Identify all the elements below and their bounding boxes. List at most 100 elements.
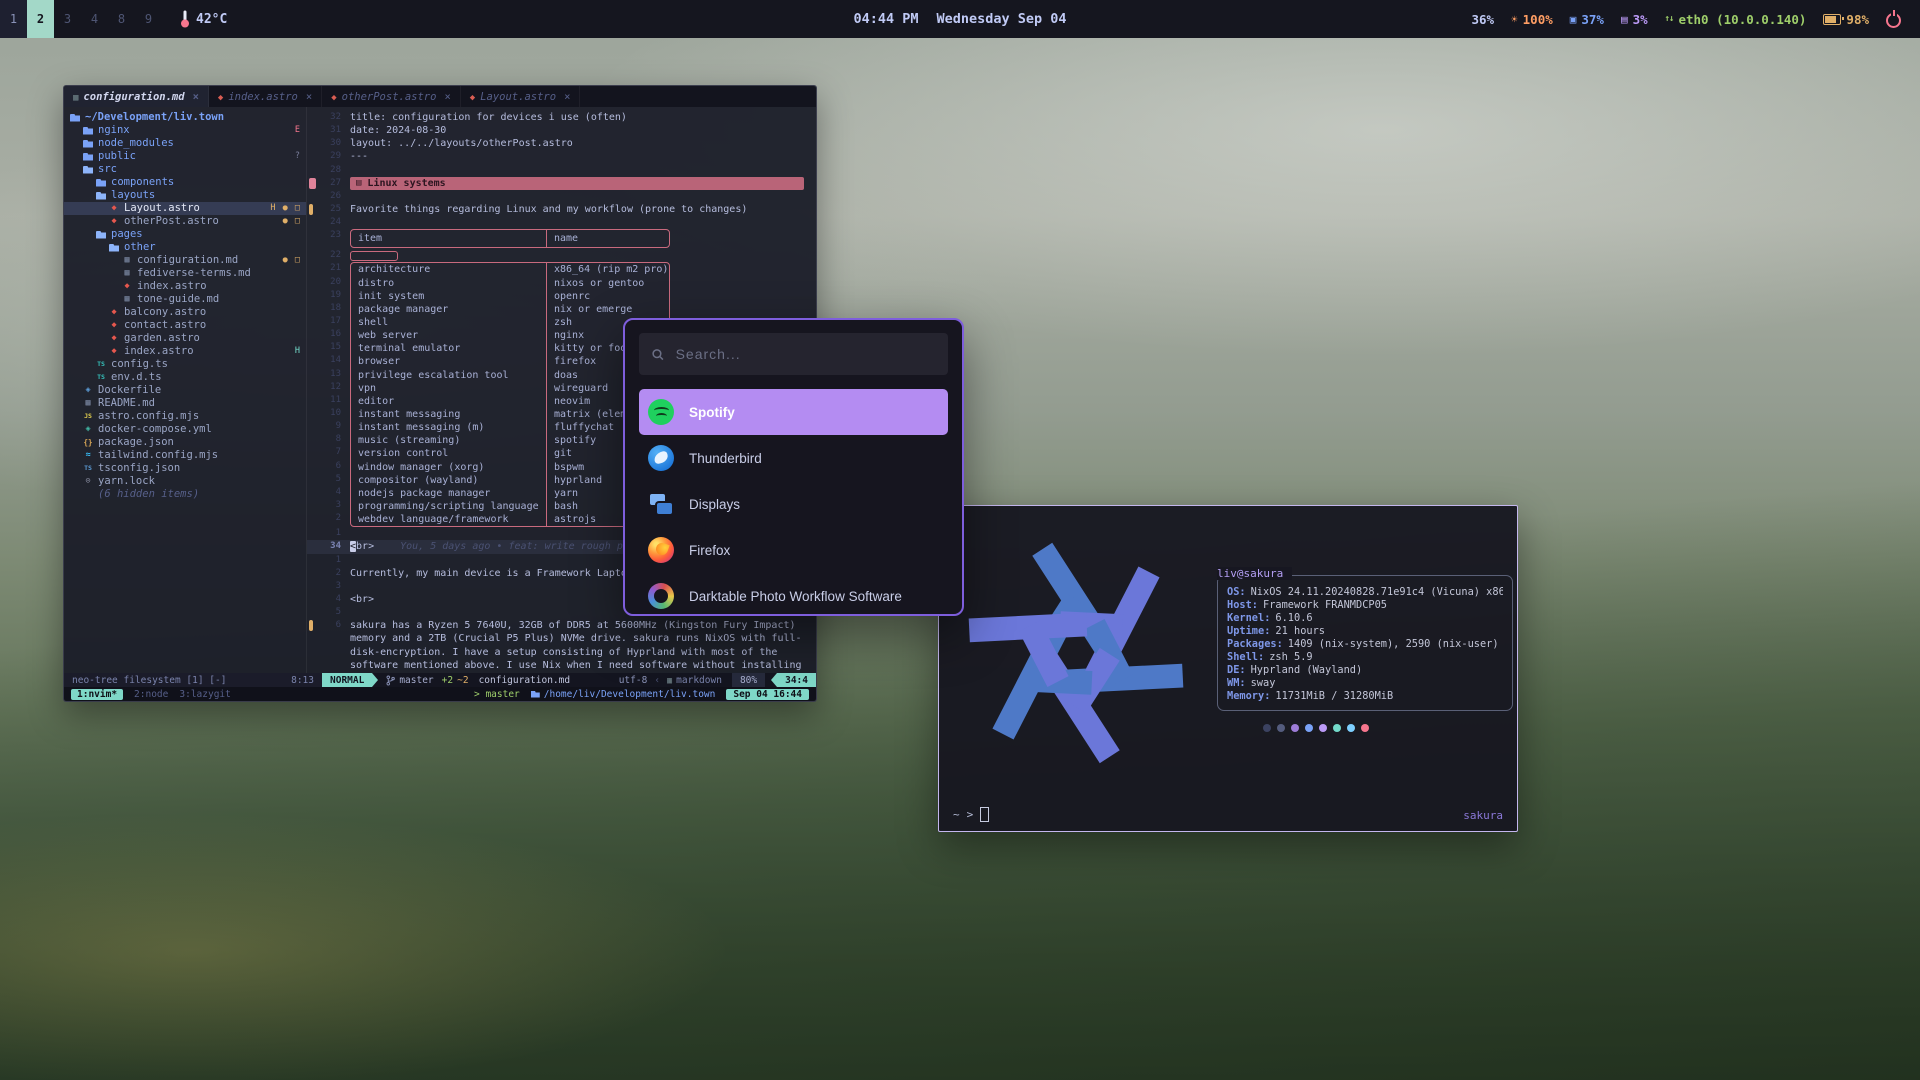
table-cell-item: terminal emulator [351, 342, 546, 355]
fetch-info-row: Packages:1409 (nix-system), 2590 (nix-us… [1227, 638, 1503, 651]
tree-item[interactable]: balcony.astro [64, 306, 306, 319]
tree-item[interactable]: public ? [64, 150, 306, 163]
tree-item[interactable]: layouts [64, 189, 306, 202]
line-number: 4 [315, 593, 350, 606]
launcher-item[interactable]: Darktable Photo Workflow Software [639, 573, 948, 614]
editor-tab[interactable]: index.astro [209, 86, 322, 107]
palette-dot [1263, 724, 1271, 732]
tree-item[interactable]: Dockerfile [64, 384, 306, 397]
fetch-label: Uptime: [1227, 625, 1270, 637]
tmux-window[interactable]: 1:nvim* [71, 689, 123, 700]
tree-item[interactable]: env.d.ts [64, 371, 306, 384]
workspace-button[interactable]: 4 [81, 0, 108, 38]
tree-item[interactable]: yarn.lock [64, 475, 306, 488]
status-module[interactable]: 37% [1570, 12, 1604, 27]
tree-item[interactable]: node_modules [64, 137, 306, 150]
tree-item[interactable]: tone-guide.md [64, 293, 306, 306]
tree-item[interactable]: tsconfig.json [64, 462, 306, 475]
tree-item[interactable]: configuration.md ● □ [64, 254, 306, 267]
file-name: tone-guide.md [137, 293, 219, 306]
editor-tab[interactable]: configuration.md [64, 86, 209, 107]
tree-item[interactable]: pages [64, 228, 306, 241]
app-label: Displays [689, 497, 740, 512]
editor-tab[interactable]: otherPost.astro [322, 86, 461, 107]
fetch-value: NixOS 24.11.20240828.71e91c4 (Vicuna) x8… [1251, 586, 1503, 598]
search-box[interactable] [639, 333, 948, 375]
status-module[interactable] [1886, 11, 1906, 28]
app-icon [648, 583, 674, 609]
close-tab-icon[interactable] [444, 91, 450, 103]
shell-prompt[interactable]: ~ > [953, 807, 989, 822]
table-separator [350, 251, 398, 261]
tree-item[interactable]: config.ts [64, 358, 306, 371]
close-tab-icon[interactable] [306, 91, 312, 103]
module-value: 36% [1471, 12, 1494, 27]
tree-item[interactable]: other [64, 241, 306, 254]
close-tab-icon[interactable] [193, 91, 199, 103]
tree-item[interactable]: package.json [64, 436, 306, 449]
tree-item[interactable]: index.astro H [64, 345, 306, 358]
tree-item[interactable]: Layout.astro H ● □ [64, 202, 306, 215]
table-cell-item: web server [351, 329, 546, 342]
workspace-button[interactable]: 3 [54, 0, 81, 38]
tree-item[interactable]: nginx E [64, 124, 306, 137]
line-number: 17 [315, 315, 350, 328]
line-number: 16 [315, 328, 350, 341]
fetch-info-row: Kernel:6.10.6 [1227, 612, 1503, 625]
line-number: 15 [315, 341, 350, 354]
launcher-item[interactable]: Thunderbird [639, 435, 948, 481]
tmux-window[interactable]: 2:node [134, 689, 168, 700]
status-module[interactable]: eth0 (10.0.0.140) [1665, 12, 1807, 27]
tree-item[interactable]: ~/Development/liv.town [64, 111, 306, 124]
file-icon [81, 386, 95, 396]
tree-item[interactable]: tailwind.config.mjs [64, 449, 306, 462]
git-status-marker: H [295, 345, 301, 358]
git-sign [309, 620, 313, 631]
table-header-line: 23 item name [307, 229, 816, 249]
tree-item[interactable]: README.md [64, 397, 306, 410]
launcher-item[interactable]: Firefox [639, 527, 948, 573]
statusline: neo-tree filesystem [1] [-] 8:13 NORMAL … [64, 673, 816, 687]
workspace-button[interactable]: 1 [0, 0, 27, 38]
close-tab-icon[interactable] [564, 91, 570, 103]
clock-date: Wednesday Sep 04 [936, 11, 1066, 27]
status-module[interactable]: 100% [1511, 12, 1553, 27]
buffer-line: 32 title: configuration for devices i us… [307, 111, 816, 124]
tree-item[interactable]: (6 hidden items) [64, 488, 306, 501]
launcher-item[interactable]: Displays [639, 481, 948, 527]
workspace-button[interactable]: 2 [27, 0, 54, 38]
workspace-button[interactable]: 8 [108, 0, 135, 38]
terminal-window[interactable]: liv@sakura OS:NixOS 24.11.20240828.71e91… [938, 505, 1518, 832]
tree-item[interactable]: fediverse-terms.md [64, 267, 306, 280]
table-header: item name [350, 229, 670, 248]
table-row: webdev language/framework astrojs [351, 513, 669, 526]
tree-item[interactable]: astro.config.mjs [64, 410, 306, 423]
tmux-window[interactable]: 3:lazygit [179, 689, 230, 700]
file-name: configuration.md [137, 254, 238, 267]
line-number: 29 [315, 150, 350, 163]
file-icon [120, 269, 134, 279]
file-name: docker-compose.yml [98, 423, 212, 436]
buffer-line: 24 [307, 216, 816, 229]
tree-item[interactable]: src [64, 163, 306, 176]
status-module[interactable]: 36% [1466, 12, 1494, 27]
tree-item[interactable]: components [64, 176, 306, 189]
status-module[interactable]: 98% [1823, 12, 1869, 27]
fetch-value: 6.10.6 [1275, 612, 1312, 624]
file-encoding: utf-8 [619, 675, 648, 686]
table-cell-item: init system [351, 290, 546, 303]
editor-tab[interactable]: Layout.astro [461, 86, 581, 107]
table-separator-line: 22 [307, 249, 816, 262]
temperature-module: 42°C [180, 10, 227, 28]
launcher-item[interactable]: Spotify [639, 389, 948, 435]
tree-item[interactable]: contact.astro [64, 319, 306, 332]
status-module[interactable]: 3% [1621, 12, 1648, 27]
fetch-info-row: Uptime:21 hours [1227, 625, 1503, 638]
workspace-button[interactable]: 9 [135, 0, 162, 38]
top-bar: 123489 42°C 04:44 PM Wednesday Sep 04 36… [0, 0, 1920, 38]
search-input[interactable] [674, 345, 936, 363]
tree-item[interactable]: index.astro [64, 280, 306, 293]
tree-item[interactable]: otherPost.astro ● □ [64, 215, 306, 228]
tree-item[interactable]: garden.astro [64, 332, 306, 345]
tree-item[interactable]: docker-compose.yml [64, 423, 306, 436]
